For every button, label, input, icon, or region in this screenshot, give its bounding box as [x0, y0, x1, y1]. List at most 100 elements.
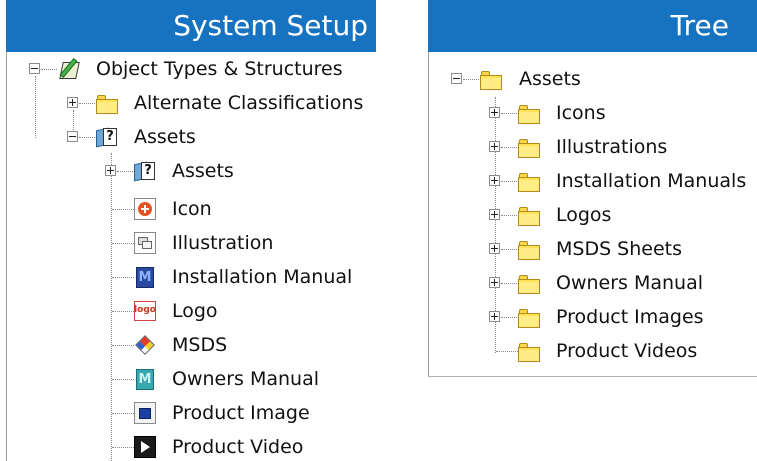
expand-toggle[interactable] — [489, 141, 500, 152]
tree-node-label: Assets — [519, 68, 581, 90]
tree-connector — [501, 215, 517, 216]
tree-node-assets-child[interactable]: ? Assets — [6, 154, 376, 188]
expand-toggle[interactable] — [489, 243, 500, 254]
folder-icon — [518, 272, 540, 294]
expand-toggle[interactable] — [489, 107, 500, 118]
tree-connector — [79, 103, 95, 104]
tree-node-label: Product Video — [172, 436, 304, 458]
tree-connector — [501, 113, 517, 114]
tree-connector — [463, 79, 479, 80]
tree-node-logo[interactable]: logo Logo — [6, 294, 376, 328]
tree-node-label: MSDS — [172, 334, 228, 356]
owners-manual-icon: M — [134, 368, 156, 390]
tree-node-label: Illustrations — [556, 136, 668, 158]
tree-connector — [496, 351, 518, 352]
tree-node-label: Icon — [172, 198, 212, 220]
folder-icon — [518, 306, 540, 328]
tree-node-label: Product Images — [556, 306, 704, 328]
tree-connector — [112, 243, 134, 244]
tree-connector — [112, 277, 134, 278]
object-type-icon: ? — [96, 126, 118, 148]
tree-node-label: Owners Manual — [556, 272, 704, 294]
tree-node-product-images[interactable]: Product Images — [428, 300, 757, 334]
tree-panel: Tree Assets Icons Illustrations Installa… — [428, 0, 757, 377]
tree-node-product-image[interactable]: Product Image — [6, 396, 376, 430]
tree-connector — [41, 69, 57, 70]
object-type-icon: ? — [134, 160, 156, 182]
tree-node-assets-root[interactable]: Assets — [428, 62, 757, 96]
system-setup-panel: System Setup Object Types & Structures A… — [6, 0, 376, 461]
illustration-icon — [134, 232, 156, 254]
tree-node-label: Owners Manual — [172, 368, 320, 390]
tree-header: Tree — [428, 0, 757, 52]
product-video-icon — [134, 436, 156, 458]
tree-node-illustrations[interactable]: Illustrations — [428, 130, 757, 164]
tree-node-label: Logos — [556, 204, 612, 226]
tree-node-icon[interactable]: Icon — [6, 192, 376, 226]
folder-icon — [518, 102, 540, 124]
tree-connector — [112, 413, 134, 414]
folder-icon — [518, 170, 540, 192]
msds-icon — [134, 334, 156, 356]
tree-connector — [501, 317, 517, 318]
expand-toggle[interactable] — [489, 311, 500, 322]
tree-node-label: Assets — [134, 126, 196, 148]
tree-connector — [501, 283, 517, 284]
tree-node-label: Object Types & Structures — [96, 58, 343, 80]
tree-node-owners-manual[interactable]: M Owners Manual — [6, 362, 376, 396]
tree-connector — [112, 311, 134, 312]
collapse-toggle[interactable] — [67, 131, 78, 142]
tree-node-label: Alternate Classifications — [134, 92, 364, 114]
tree-connector — [117, 171, 133, 172]
tree-node-label: Assets — [172, 160, 234, 182]
collapse-toggle[interactable] — [451, 73, 462, 84]
tree-node-assets-type[interactable]: ? Assets — [6, 120, 376, 154]
tree-node-label: Installation Manuals — [556, 170, 747, 192]
tree-node-label: Icons — [556, 102, 606, 124]
tree-connector — [79, 137, 95, 138]
tree-node-installation-manual[interactable]: M Installation Manual — [6, 260, 376, 294]
manual-icon: M — [134, 266, 156, 288]
tree-node-icons[interactable]: Icons — [428, 96, 757, 130]
expand-toggle[interactable] — [67, 97, 78, 108]
expand-toggle[interactable] — [105, 165, 116, 176]
expand-toggle[interactable] — [489, 209, 500, 220]
tree-node-product-video[interactable]: Product Video — [6, 430, 376, 461]
tree-node-product-videos[interactable]: Product Videos — [428, 334, 757, 368]
tree-node-label: Installation Manual — [172, 266, 353, 288]
logo-icon: logo — [134, 300, 156, 322]
tree-connector — [112, 447, 134, 448]
folder-icon — [518, 136, 540, 158]
tree-node-label: Illustration — [172, 232, 274, 254]
tree-connector — [112, 209, 134, 210]
tree-node-label: Logo — [172, 300, 218, 322]
tree-node-illustration[interactable]: Illustration — [6, 226, 376, 260]
tree-connector — [501, 181, 517, 182]
tree-node-label: Product Image — [172, 402, 310, 424]
expand-toggle[interactable] — [489, 277, 500, 288]
folder-icon — [518, 238, 540, 260]
system-setup-header: System Setup — [6, 0, 376, 52]
expand-toggle[interactable] — [489, 175, 500, 186]
tree-node-object-types[interactable]: Object Types & Structures — [6, 52, 376, 86]
tree-node-logos[interactable]: Logos — [428, 198, 757, 232]
tree-node-msds[interactable]: MSDS — [6, 328, 376, 362]
tree-connector — [112, 379, 134, 380]
tree-connector — [501, 147, 517, 148]
tree-connector — [501, 249, 517, 250]
tree-node-alternate-classifications[interactable]: Alternate Classifications — [6, 86, 376, 120]
folder-icon — [480, 68, 502, 90]
collapse-toggle[interactable] — [29, 63, 40, 74]
folder-icon — [518, 340, 540, 362]
icon-asset-icon — [134, 198, 156, 220]
tree-node-installation-manuals[interactable]: Installation Manuals — [428, 164, 757, 198]
object-types-icon — [58, 57, 80, 80]
folder-icon — [96, 92, 118, 114]
tree-node-label: Product Videos — [556, 340, 698, 362]
tree-connector — [112, 345, 134, 346]
tree-node-label: MSDS Sheets — [556, 238, 683, 260]
folder-icon — [518, 204, 540, 226]
tree-node-msds-sheets[interactable]: MSDS Sheets — [428, 232, 757, 266]
tree-node-owners-manual[interactable]: Owners Manual — [428, 266, 757, 300]
product-image-icon — [134, 402, 156, 424]
